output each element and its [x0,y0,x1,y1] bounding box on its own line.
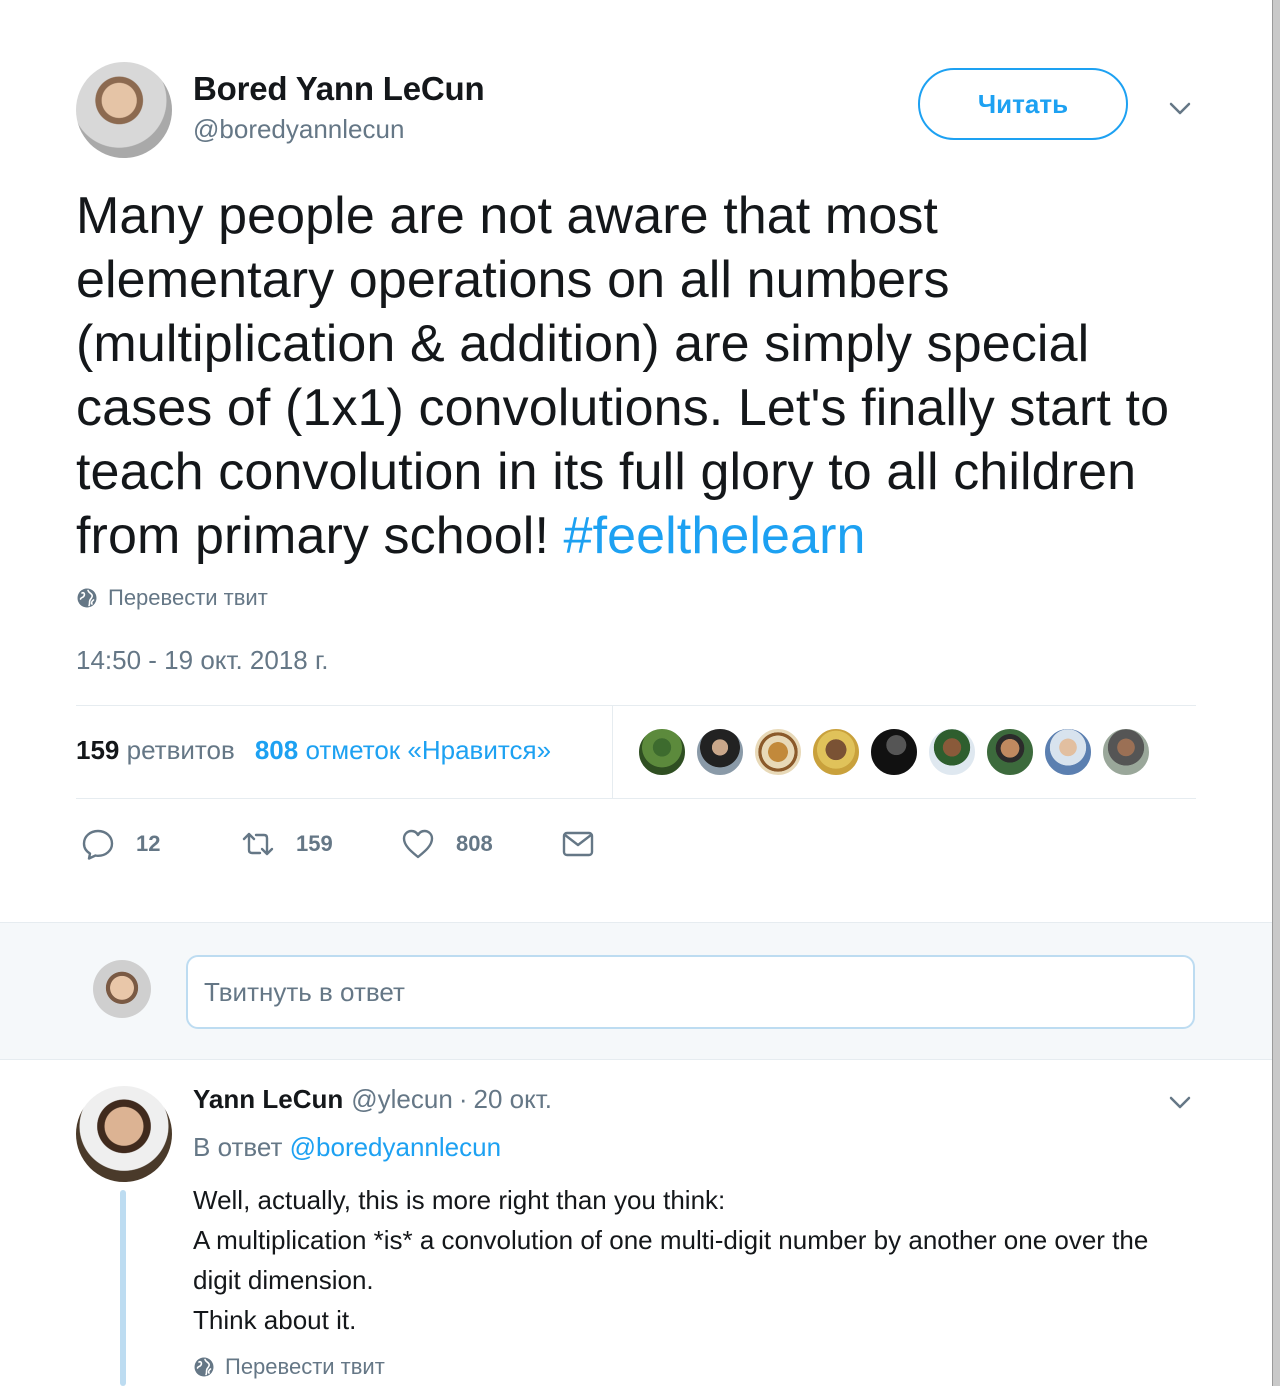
retweets-stat[interactable]: 159 ретвитов [76,735,235,766]
translate-label: Перевести твит [108,585,268,610]
liker-avatar[interactable] [695,727,745,777]
main-tweet: Bored Yann LeCun @boredyannlecun Читать … [0,0,1272,922]
reply-input[interactable]: Твитнуть в ответ [186,955,1195,1029]
reply-date[interactable]: 20 окт. [473,1084,552,1115]
tweet-timestamp[interactable]: 14:50 - 19 окт. 2018 г. [76,645,329,676]
liker-avatar[interactable] [869,727,919,777]
reply-text-line: Well, actually, this is more right than … [193,1185,726,1215]
liker-avatar[interactable] [811,727,861,777]
separator-dot: · [458,1084,468,1114]
reply-button[interactable]: 12 [80,826,160,862]
reply-text-line: Think about it. [193,1305,357,1335]
reply-author-name[interactable]: Yann LeCun [193,1084,343,1115]
reply-count: 12 [136,831,161,856]
translate-tweet-link[interactable]: Перевести твит [76,585,268,611]
liker-avatar[interactable] [927,727,977,777]
likes-label: отметок «Нравится» [305,735,552,765]
follow-button[interactable]: Читать [918,68,1128,140]
reply-composer: Твитнуть в ответ [0,922,1272,1060]
divider [76,798,1196,799]
liker-avatar[interactable] [1043,727,1093,777]
envelope-icon [562,831,594,857]
translate-label: Перевести твит [225,1354,385,1379]
author-avatar[interactable] [76,62,172,158]
tweet-actions: 12 159 808 [80,826,620,866]
author-name[interactable]: Bored Yann LeCun [193,70,485,108]
chevron-down-icon[interactable] [1166,1088,1194,1116]
reply-author-handle[interactable]: @ylecun [351,1084,453,1115]
globe-icon [77,588,97,608]
reply-tweet: Yann LeCun @ylecun · 20 окт. В ответ @bo… [0,1060,1272,1386]
liker-avatar[interactable] [753,727,803,777]
thread-line [120,1190,126,1386]
liker-avatar[interactable] [985,727,1035,777]
retweet-button[interactable]: 159 [240,826,333,862]
background-edge [1272,0,1280,1386]
reply-header: Yann LeCun @ylecun · 20 окт. [193,1084,552,1115]
tweet-stats: 159 ретвитов 808 отметок «Нравится» [76,735,551,766]
tweet-text: Many people are not aware that most elem… [76,184,1206,568]
stats-separator [612,706,613,798]
reply-author-avatar[interactable] [76,1086,172,1182]
like-count: 808 [456,831,493,856]
in-reply-to-label: В ответ [193,1132,283,1162]
liker-avatar[interactable] [1101,727,1151,777]
likes-count: 808 [254,735,299,765]
current-user-avatar[interactable] [93,960,151,1018]
retweet-icon [242,832,274,856]
translate-reply-link[interactable]: Перевести твит [193,1354,385,1380]
reply-text: Well, actually, this is more right than … [193,1180,1203,1340]
direct-message-button[interactable] [560,826,616,862]
retweets-count: 159 [76,735,120,765]
globe-icon [194,1357,214,1377]
in-reply-to-handle-link[interactable]: @boredyannlecun [290,1132,501,1162]
chevron-down-icon[interactable] [1166,94,1194,122]
reply-icon [82,829,114,860]
liker-avatar[interactable] [637,727,687,777]
author-handle[interactable]: @boredyannlecun [193,114,404,145]
heart-icon [402,829,434,859]
like-button[interactable]: 808 [400,826,493,862]
retweet-count: 159 [296,831,333,856]
reply-text-line: A multiplication *is* a convolution of o… [193,1225,1149,1295]
likes-stat[interactable]: 808 отметок «Нравится» [255,735,551,766]
hashtag-link[interactable]: #feelthelearn [564,507,866,565]
divider [76,705,1196,706]
retweets-label: ретвитов [126,735,235,765]
in-reply-to: В ответ @boredyannlecun [193,1132,501,1163]
